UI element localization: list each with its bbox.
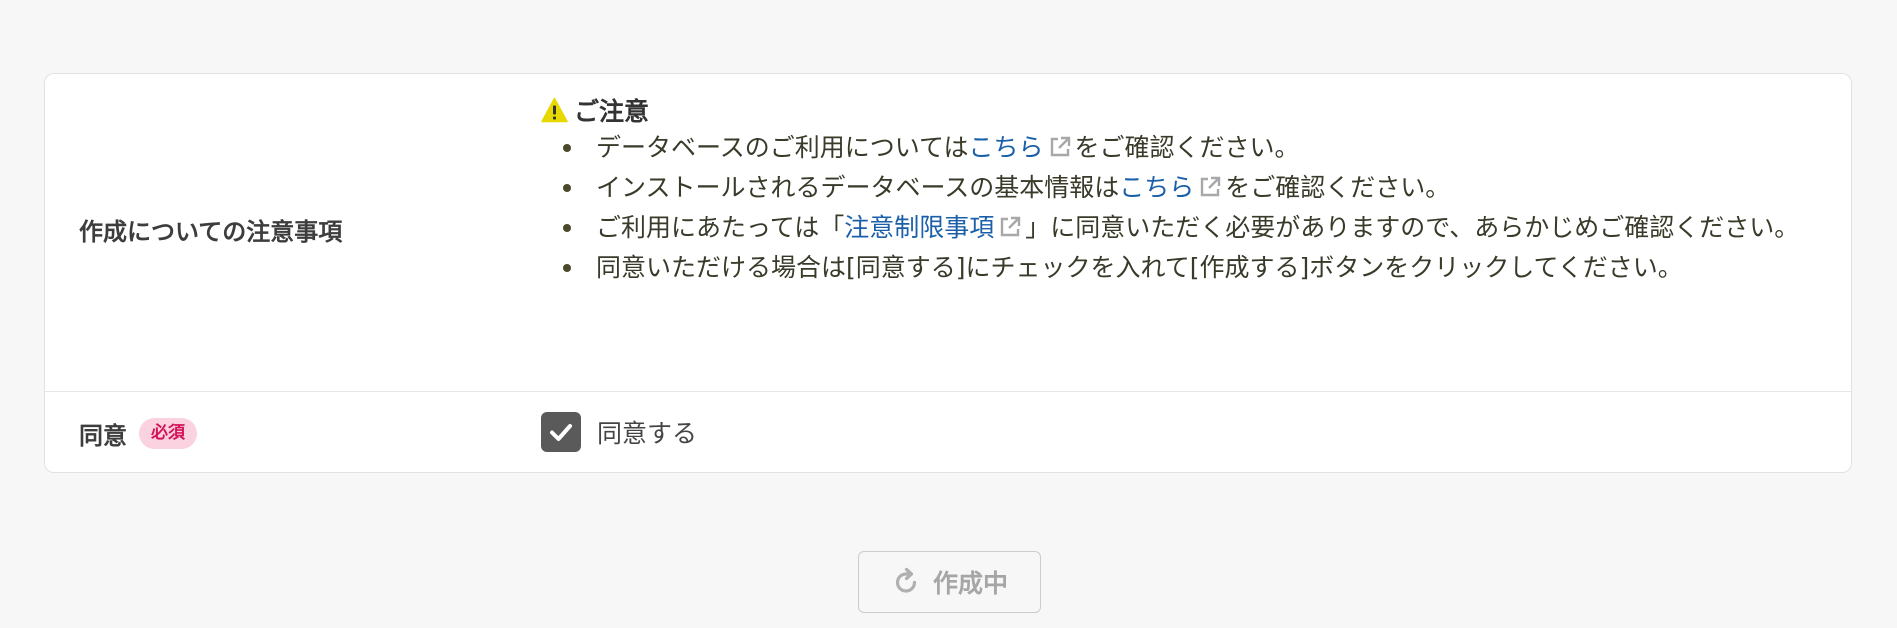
list-item: インストールされるデータベースの基本情報はこちら をご確認ください。 <box>563 170 1836 205</box>
consent-row: 同意 必須 同意する <box>45 392 1851 472</box>
note-text: 同意いただける場合は[同意する]にチェックを入れて[作成する]ボタンをクリックし… <box>596 253 1683 282</box>
database-creation-form: 作成についての注意事項 ご注意 データベースのご利用についてはこちら をご確認くだ… <box>44 73 1852 473</box>
create-button[interactable]: 作成中 <box>858 551 1041 613</box>
note-text: をご確認ください。 <box>1074 133 1300 162</box>
note-text: ご利用にあたっては「 <box>596 213 845 242</box>
list-item: データベースのご利用についてはこちら をご確認ください。 <box>563 130 1836 165</box>
consent-checkbox-row[interactable]: 同意する <box>541 412 697 452</box>
notes-row: 作成についての注意事項 ご注意 データベースのご利用についてはこちら をご確認くだ… <box>45 74 1851 392</box>
database-usage-link[interactable]: こちら <box>969 133 1044 162</box>
caution-heading: ご注意 <box>541 94 1841 126</box>
note-text: インストールされるデータベースの基本情報は <box>596 173 1120 202</box>
database-info-link[interactable]: こちら <box>1119 173 1194 202</box>
list-item: ご利用にあたっては「注意制限事項 」に同意いただく必要がありますので、あらかじめご… <box>563 210 1836 245</box>
consent-checkbox[interactable] <box>541 412 581 452</box>
required-badge: 必須 <box>139 418 197 449</box>
note-text: をご確認ください。 <box>1225 173 1451 202</box>
consent-checkbox-label[interactable]: 同意する <box>597 414 697 450</box>
list-item: 同意いただける場合は[同意する]にチェックを入れて[作成する]ボタンをクリックし… <box>563 250 1836 285</box>
warning-icon <box>541 97 568 123</box>
consent-row-label: 同意 必須 <box>79 416 197 451</box>
check-icon <box>550 424 572 441</box>
restrictions-link[interactable]: 注意制限事項 <box>844 213 994 242</box>
consent-label: 同意 <box>79 422 127 450</box>
note-text: 」に同意いただく必要がありますので、あらかじめご確認ください。 <box>1025 213 1800 242</box>
notes-list: データベースのご利用についてはこちら をご確認ください。 インストールされるデータ… <box>541 130 1841 285</box>
notes-row-label: 作成についての注意事項 <box>79 218 343 246</box>
create-button-label: 作成中 <box>932 570 1008 598</box>
external-link-icon[interactable] <box>1198 175 1222 199</box>
note-text: データベースのご利用については <box>596 133 969 162</box>
caution-title: ご注意 <box>574 97 650 126</box>
external-link-icon[interactable] <box>1048 135 1072 159</box>
caution-box: ご注意 データベースのご利用についてはこちら をご確認ください。 インストールされ… <box>541 94 1841 290</box>
external-link-icon[interactable] <box>998 215 1022 239</box>
refresh-icon <box>895 567 917 593</box>
